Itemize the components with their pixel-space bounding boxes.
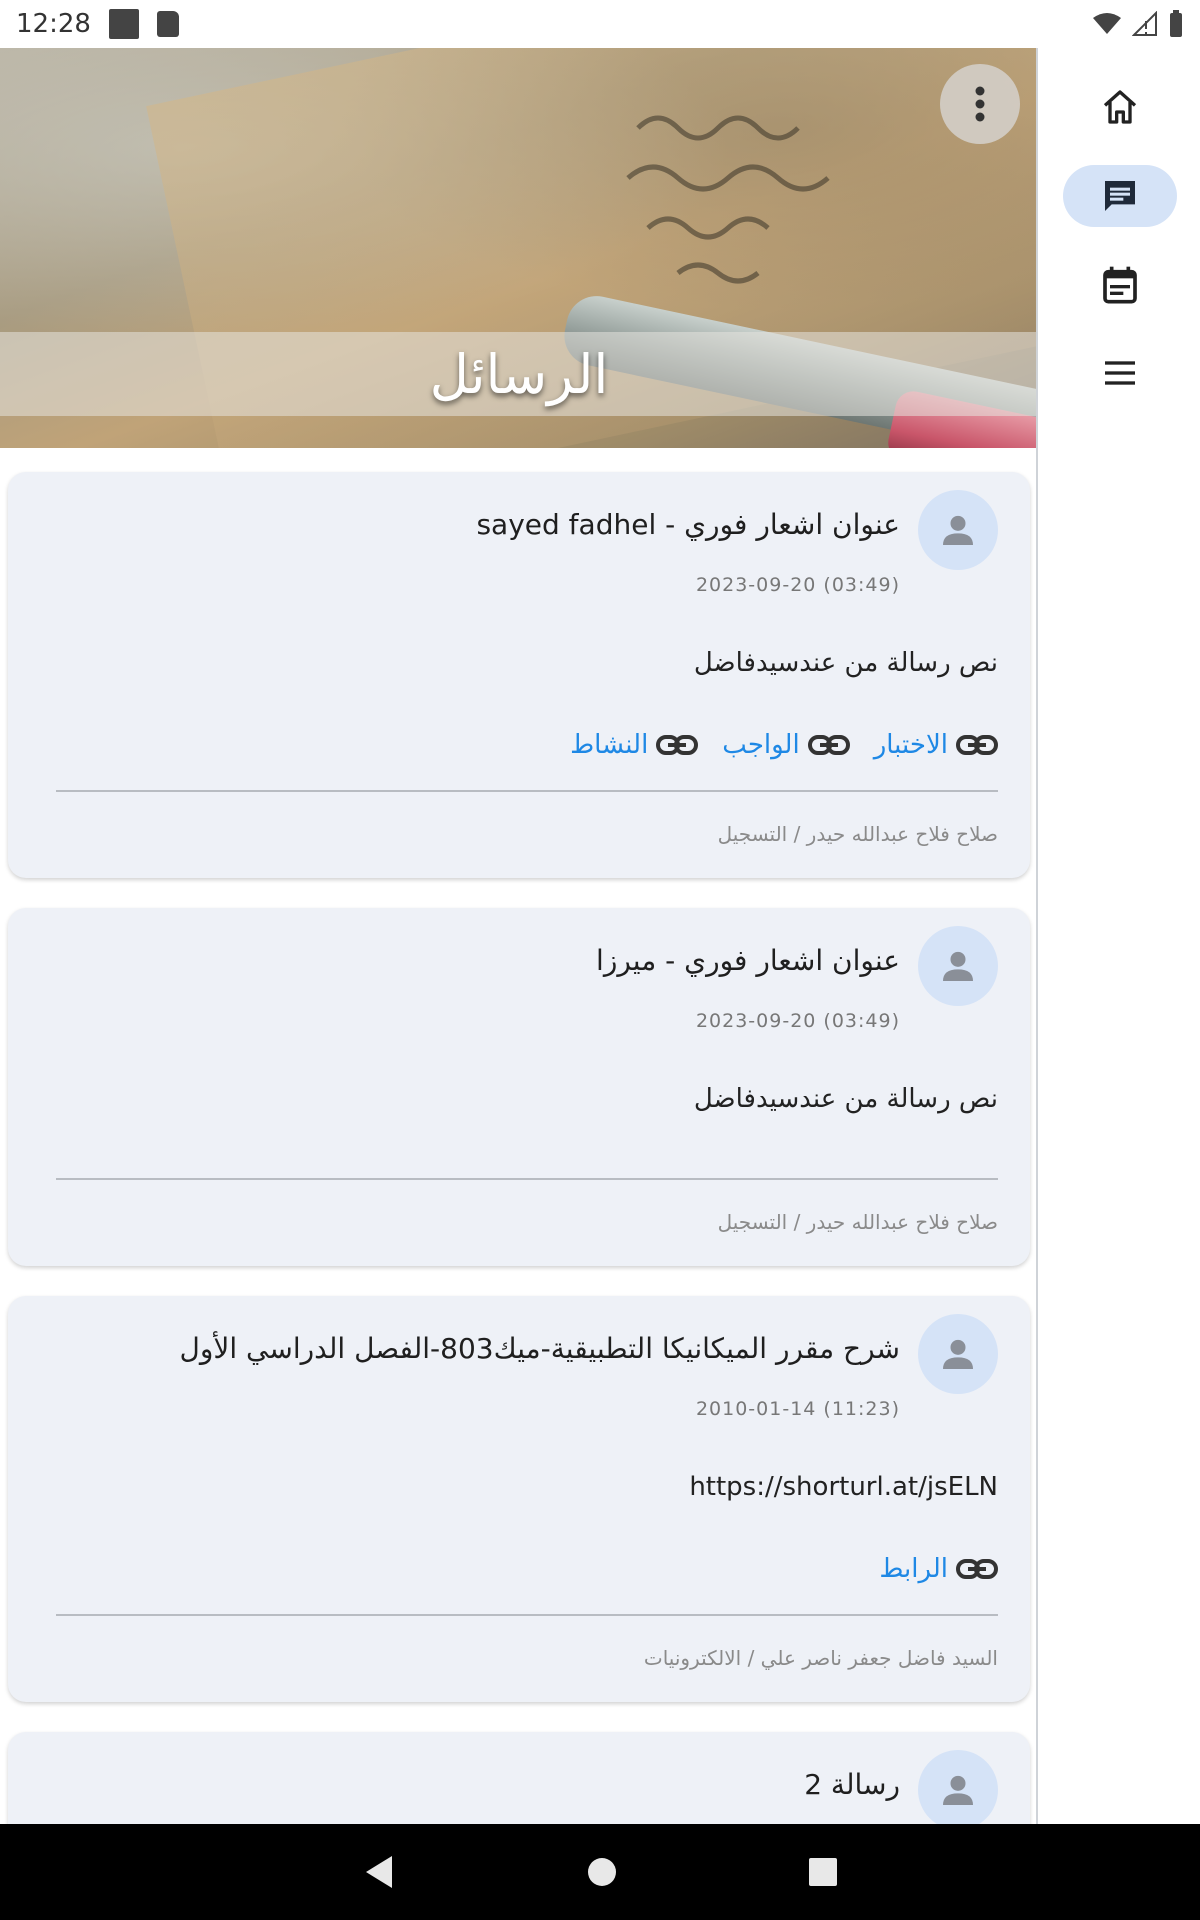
message-date: 2023-09-20 (03:49) <box>695 574 900 596</box>
link-label: الاختبار <box>873 730 948 760</box>
link-icon <box>956 735 998 755</box>
divider <box>56 1178 998 1180</box>
message-body: https://shorturl.at/jsELN <box>689 1472 998 1502</box>
link-label: النشاط <box>570 730 649 760</box>
divider <box>56 1614 998 1616</box>
signal-icon <box>1132 11 1157 36</box>
message-card[interactable]: عنوان اشعار فوري - ميرزا 2023-09-20 (03:… <box>8 908 1030 1266</box>
avatar <box>918 926 998 1006</box>
system-nav-bar <box>0 1824 1200 1920</box>
message-title: رسالة 2 <box>804 1768 900 1801</box>
status-bar: 12:28 <box>0 0 1200 48</box>
header-banner: الرسائل <box>0 48 1036 448</box>
link-icon <box>807 735 850 755</box>
home-button-icon[interactable] <box>586 1856 618 1888</box>
nav-home[interactable] <box>1063 76 1177 138</box>
status-time: 12:28 <box>16 9 91 39</box>
message-date: 2023-09-20 (03:49) <box>695 1010 900 1032</box>
message-footer: صلاح فلاح عبدالله حيدر / التسجيل <box>717 822 998 846</box>
message-card[interactable]: عنوان اشعار فوري - sayed fadhel 2023-09-… <box>8 472 1030 878</box>
message-date: 2010-01-14 (11:23) <box>695 1398 900 1420</box>
link-quiz[interactable]: الاختبار <box>874 730 998 760</box>
message-links: الرابط <box>879 1554 998 1584</box>
recents-icon[interactable] <box>808 1857 838 1887</box>
message-body: نص رسالة من عندسيدفاضل <box>693 1084 998 1114</box>
person-icon <box>943 951 973 981</box>
page-title: الرسائل <box>429 342 609 406</box>
person-icon <box>943 515 973 545</box>
more-options-button[interactable] <box>940 64 1020 144</box>
link-icon <box>956 1559 998 1579</box>
message-card[interactable]: رسالة 2 <box>8 1732 1030 1824</box>
calendar-icon <box>1103 266 1137 304</box>
avatar <box>918 1314 998 1394</box>
message-icon <box>1105 181 1135 211</box>
link-label: الرابط <box>879 1554 948 1584</box>
nav-calendar[interactable] <box>1063 254 1177 316</box>
home-icon <box>1103 90 1137 124</box>
person-icon <box>943 1339 973 1369</box>
battery-icon <box>1170 10 1182 37</box>
menu-icon <box>1105 361 1135 385</box>
notification-icon <box>108 9 139 39</box>
sd-card-icon <box>156 11 179 37</box>
message-card[interactable]: شرح مقرر الميكانيكا التطبيقية-ميك803-الف… <box>8 1296 1030 1702</box>
title-strip: الرسائل <box>0 332 1036 416</box>
message-footer: السيد فاضل جعفر ناصر علي / الالكترونيات <box>643 1646 998 1670</box>
header-image-handwriting <box>626 115 830 284</box>
message-body: نص رسالة من عندسيدفاضل <box>693 648 998 678</box>
more-vert-icon <box>975 86 985 122</box>
nav-menu[interactable] <box>1063 342 1177 404</box>
divider <box>56 790 998 792</box>
avatar <box>918 1750 998 1824</box>
link-url[interactable]: الرابط <box>879 1554 998 1584</box>
message-title: عنوان اشعار فوري - ميرزا <box>596 944 900 977</box>
avatar <box>918 490 998 570</box>
person-icon <box>943 1775 973 1805</box>
link-label: الواجب <box>722 730 800 760</box>
navigation-rail <box>1040 48 1200 1824</box>
back-icon[interactable] <box>362 1854 396 1890</box>
wifi-icon <box>1093 13 1121 34</box>
nav-messages[interactable] <box>1063 165 1177 227</box>
message-title: شرح مقرر الميكانيكا التطبيقية-ميك803-الف… <box>179 1332 900 1365</box>
link-activity[interactable]: النشاط <box>570 730 699 760</box>
link-homework[interactable]: الواجب <box>722 730 850 760</box>
link-icon <box>656 735 699 755</box>
message-title: عنوان اشعار فوري - sayed fadhel <box>476 508 900 541</box>
message-links: الاختبار الواجب النشاط <box>570 730 998 760</box>
messages-screen: الرسائل عنوان اشعار فوري - sayed fadhel … <box>0 48 1038 1824</box>
message-footer: صلاح فلاح عبدالله حيدر / التسجيل <box>717 1210 998 1234</box>
